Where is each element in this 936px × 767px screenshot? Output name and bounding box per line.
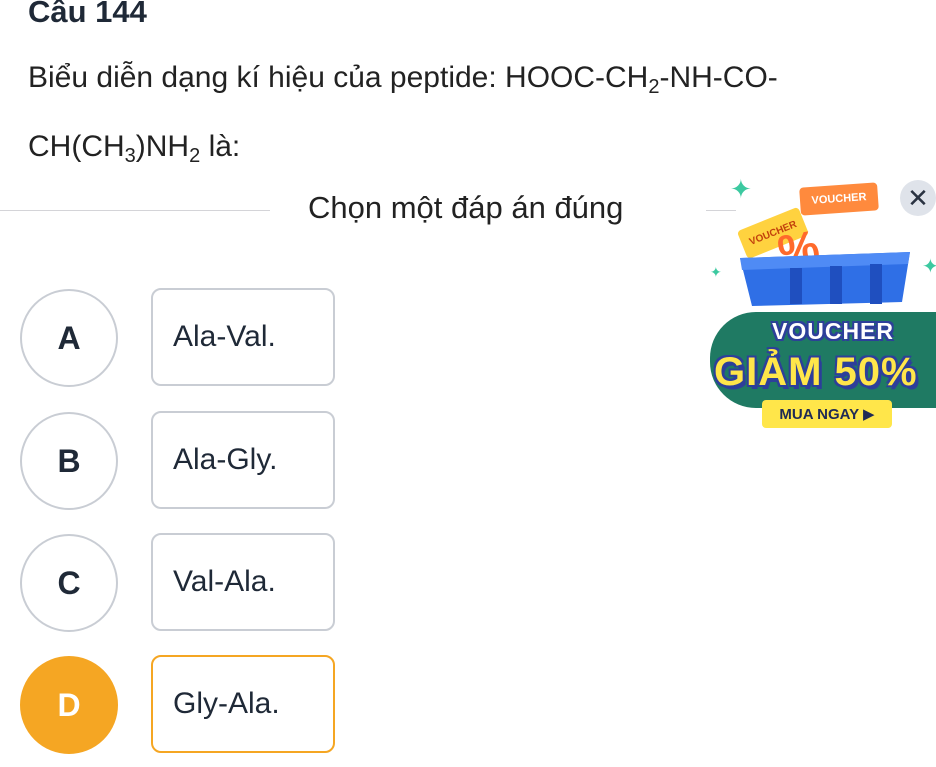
sparkle-icon: ✦: [922, 256, 936, 278]
option-letter[interactable]: A: [20, 289, 118, 387]
discount-text: GIẢM 50%: [714, 350, 918, 394]
option-label[interactable]: Gly-Ala.: [151, 655, 335, 753]
option-label[interactable]: Ala-Gly.: [151, 411, 335, 509]
question-text: Biểu diễn dạng kí hiệu của peptide: HOOC…: [28, 61, 778, 167]
instruction-text: Chọn một đáp án đúng: [308, 190, 624, 225]
option-letter[interactable]: B: [20, 412, 118, 510]
voucher-tag: VOUCHER: [799, 182, 879, 216]
option-label[interactable]: Ala-Val.: [151, 288, 335, 386]
voucher-text: VOUCHER: [772, 318, 895, 344]
option-label[interactable]: Val-Ala.: [151, 533, 335, 631]
close-icon[interactable]: ✕: [900, 180, 936, 216]
voucher-bucket-icon: [740, 252, 910, 306]
divider-left: [0, 210, 270, 211]
sparkle-icon: ✦: [730, 174, 752, 204]
option-letter[interactable]: C: [20, 534, 118, 632]
sparkle-icon: ✦: [710, 264, 722, 280]
buy-now-button[interactable]: MUA NGAY ▶: [762, 400, 892, 428]
option-letter[interactable]: D: [20, 656, 118, 754]
voucher-ad[interactable]: ✦ ✦ ✦ VOUCHER VOUCHER % ✕ VOUCHER GIẢM 5…: [700, 170, 936, 430]
question-number: Câu 144: [28, 0, 147, 29]
